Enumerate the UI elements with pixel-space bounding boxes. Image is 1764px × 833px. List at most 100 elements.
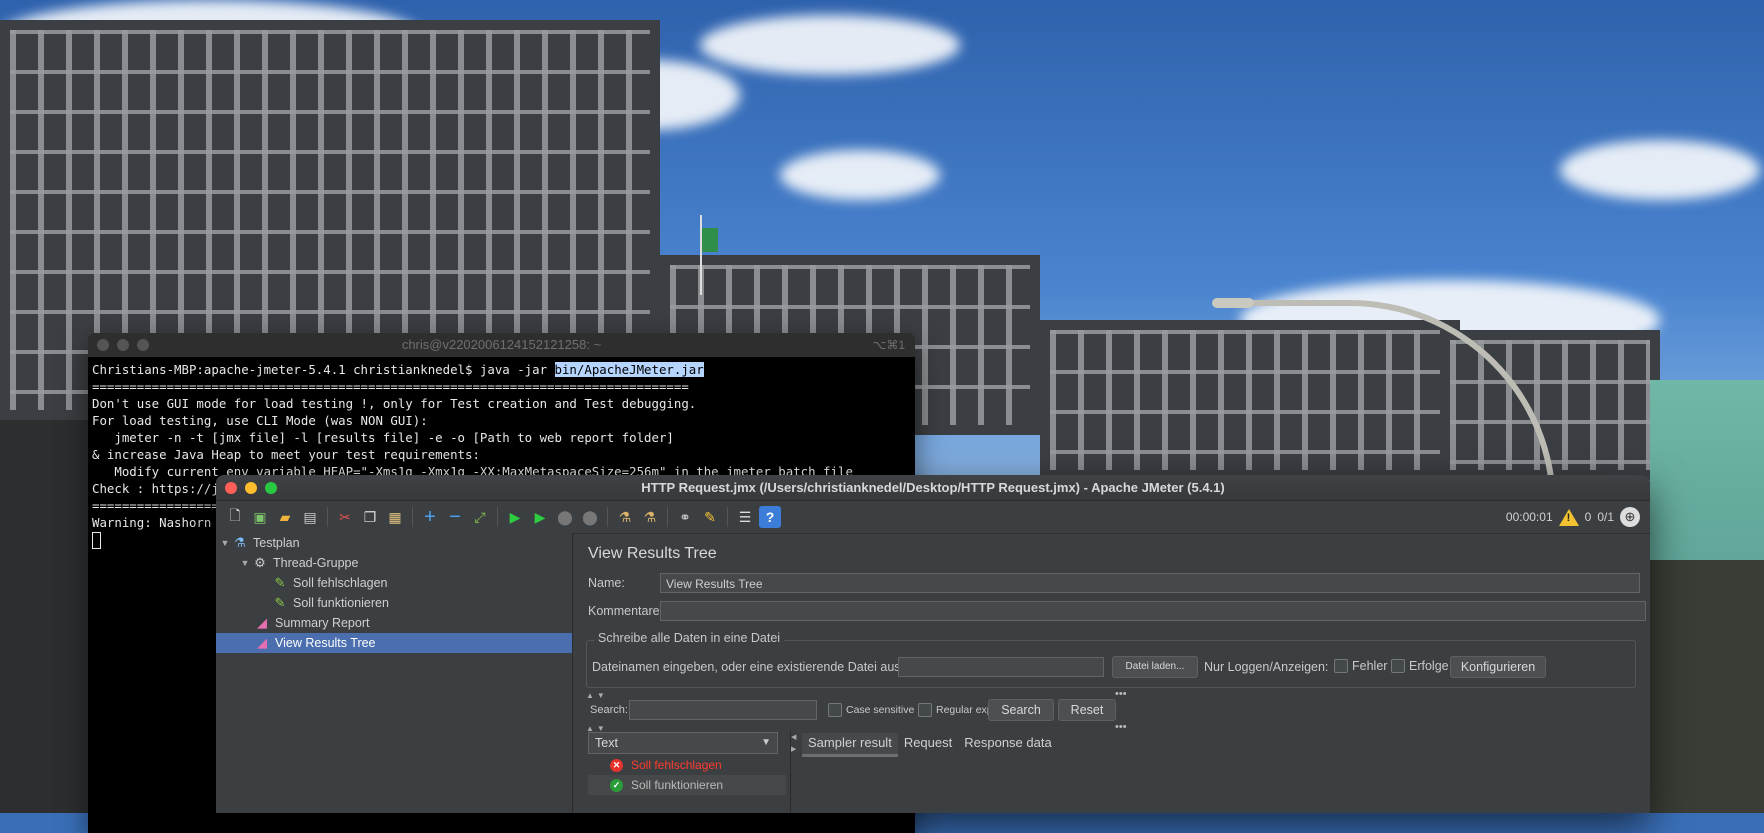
tree-node-testplan[interactable]: ▼ ⚗ Testplan	[216, 533, 572, 553]
warning-count: 0	[1584, 510, 1592, 524]
warning-icon[interactable]	[1558, 508, 1579, 526]
toggle-icon[interactable]: ⤢	[469, 506, 491, 528]
collapse-icon[interactable]: −	[444, 506, 466, 528]
result-item-failed[interactable]: ✕ Soll fehlschlagen	[588, 755, 786, 775]
log-only-label: Nur Loggen/Anzeigen:	[1204, 660, 1329, 674]
results-list[interactable]: ✕ Soll fehlschlagen ✓ Soll funktionieren	[588, 755, 786, 813]
gear-icon: ⚙	[254, 555, 266, 570]
help-icon[interactable]: ?	[759, 506, 781, 528]
configure-button[interactable]: Konfigurieren	[1450, 656, 1546, 678]
splitter-handle-icon[interactable]: •••	[1115, 688, 1127, 700]
tree-node-sampler[interactable]: ✎ Soll fehlschlagen	[216, 573, 572, 593]
errors-checkbox[interactable]	[1334, 659, 1348, 673]
function-helper-icon[interactable]: ☰	[734, 506, 756, 528]
jmeter-titlebar[interactable]: HTTP Request.jmx (/Users/christianknedel…	[216, 475, 1650, 501]
tree-node-label: View Results Tree	[275, 636, 376, 650]
expand-arrow-icon[interactable]: ▼	[238, 558, 252, 568]
result-tabs: Sampler result Request Response data	[802, 733, 1058, 757]
errors-label: Fehler	[1352, 659, 1388, 673]
test-plan-tree[interactable]: ▼ ⚗ Testplan ▼ ⚙ Thread-Gruppe ✎ Soll fe…	[216, 533, 573, 813]
expand-icon[interactable]: +	[419, 506, 441, 528]
terminal-rule: ========================================…	[92, 379, 689, 394]
clear-all-icon[interactable]: ⚗	[639, 506, 661, 528]
terminal-line: Don't use GUI mode for load testing !, o…	[92, 396, 697, 411]
search-icon[interactable]: ⚭	[674, 506, 696, 528]
search-button[interactable]: Search	[988, 699, 1054, 721]
tree-node-summary-report[interactable]: ◢ Summary Report	[216, 613, 572, 633]
filename-label: Dateinamen eingeben, oder eine existiere…	[592, 660, 944, 674]
search-label: Search:	[590, 704, 628, 716]
paste-icon[interactable]: ▦	[384, 506, 406, 528]
start-icon[interactable]: ▶	[504, 506, 526, 528]
splitter-right-arrow-icon[interactable]: ▶	[791, 745, 796, 753]
toolbar-separator	[412, 507, 413, 527]
regex-label: Regular exp.	[936, 704, 996, 716]
reset-search-icon[interactable]: ✎	[699, 506, 721, 528]
filename-field[interactable]	[898, 657, 1104, 677]
regex-checkbox[interactable]	[918, 703, 932, 717]
templates-icon[interactable]: ▣	[249, 506, 271, 528]
minimize-button[interactable]	[245, 482, 257, 494]
close-button[interactable]	[225, 482, 237, 494]
minimize-button[interactable]	[117, 339, 129, 351]
tab-request[interactable]: Request	[898, 733, 958, 757]
tab-response-data[interactable]: Response data	[958, 733, 1057, 757]
flask-icon: ⚗	[234, 535, 246, 550]
close-button[interactable]	[97, 339, 109, 351]
element-panel: View Results Tree Name: View Results Tre…	[580, 533, 1650, 813]
splitter-arrows-icon[interactable]: ▲▼	[586, 691, 608, 700]
toolbar-separator	[727, 507, 728, 527]
browse-button[interactable]: Datei laden...	[1112, 656, 1198, 678]
cut-icon[interactable]: ✂	[334, 506, 356, 528]
save-icon[interactable]: ▤	[299, 506, 321, 528]
open-icon[interactable]: ▰	[274, 506, 296, 528]
tree-node-label: Testplan	[253, 536, 300, 550]
start-no-pauses-icon[interactable]: ▶	[529, 506, 551, 528]
tree-node-label: Summary Report	[275, 616, 370, 630]
reset-button[interactable]: Reset	[1058, 699, 1116, 721]
renderer-select[interactable]: Text ▼	[588, 732, 778, 754]
elapsed-time: 00:00:01	[1505, 510, 1553, 524]
chart-icon: ◢	[257, 615, 267, 630]
success-checkbox[interactable]	[1391, 659, 1405, 673]
failed-icon: ✕	[610, 758, 623, 772]
result-item-success[interactable]: ✓ Soll funktionieren	[588, 775, 786, 795]
toolbar-separator	[607, 507, 608, 527]
status-area: 00:00:01 0 0/1 ⊕	[1506, 507, 1640, 527]
toolbar-separator	[497, 507, 498, 527]
new-icon[interactable]: 🗋	[224, 506, 246, 528]
splitter-left-arrow-icon[interactable]: ◀	[791, 733, 796, 741]
splitter-handle-icon[interactable]: •••	[1115, 721, 1127, 733]
stop-icon[interactable]: ⬤	[554, 506, 576, 528]
tree-node-sampler[interactable]: ✎ Soll funktionieren	[216, 593, 572, 613]
vertical-splitter[interactable]: ◀ ▶	[790, 731, 797, 813]
tree-node-view-results-tree[interactable]: ◢ View Results Tree	[216, 633, 572, 653]
renderer-value: Text	[595, 736, 618, 750]
tab-sampler-result[interactable]: Sampler result	[802, 733, 898, 757]
expand-arrow-icon[interactable]: ▼	[218, 538, 232, 548]
pipette-icon: ✎	[274, 575, 286, 590]
success-icon: ✓	[610, 778, 623, 792]
window-controls	[97, 339, 149, 351]
search-field[interactable]	[629, 700, 817, 720]
thread-count: 0/1	[1597, 510, 1614, 524]
copy-icon[interactable]: ❐	[359, 506, 381, 528]
write-results-legend: Schreibe alle Daten in eine Datei	[594, 631, 785, 645]
tree-node-label: Soll funktionieren	[293, 596, 389, 610]
shutdown-icon[interactable]: ⬤	[579, 506, 601, 528]
jmeter-window[interactable]: HTTP Request.jmx (/Users/christianknedel…	[216, 475, 1650, 813]
chart-icon: ◢	[257, 635, 267, 650]
terminal-line: jmeter -n -t [jmx file] -l [results file…	[92, 430, 674, 445]
comments-field[interactable]	[660, 601, 1646, 621]
clear-icon[interactable]: ⚗	[614, 506, 636, 528]
zoom-button[interactable]	[137, 339, 149, 351]
terminal-selection[interactable]: bin/ApacheJMeter.jar	[554, 362, 704, 377]
tree-node-thread-group[interactable]: ▼ ⚙ Thread-Gruppe	[216, 553, 572, 573]
terminal-cursor	[92, 532, 101, 549]
remote-icon[interactable]: ⊕	[1620, 507, 1640, 527]
terminal-titlebar[interactable]: chris@v2202006124152121258: ~ ⌥⌘1	[88, 333, 915, 357]
name-field[interactable]: View Results Tree	[660, 573, 1640, 593]
zoom-button[interactable]	[265, 482, 277, 494]
tree-node-label: Thread-Gruppe	[273, 556, 359, 570]
case-sensitive-checkbox[interactable]	[828, 703, 842, 717]
